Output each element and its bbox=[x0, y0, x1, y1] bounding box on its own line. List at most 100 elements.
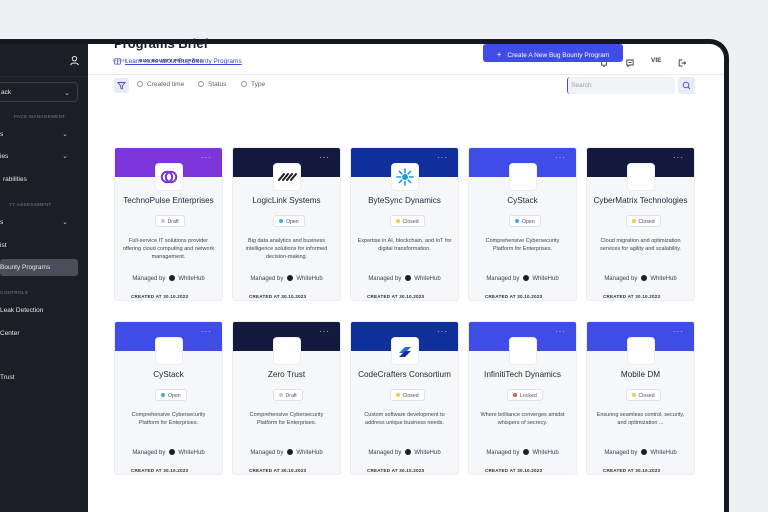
card-title: TechnoPulse Enterprises bbox=[123, 196, 214, 205]
managed-by: Managed by WhiteHub bbox=[368, 275, 441, 282]
status-dot bbox=[279, 219, 283, 223]
more-options-icon[interactable]: ··· bbox=[201, 327, 212, 336]
sidebar: ack ⌄ PACE MANAGEMENT s ⌄ ies ⌄ rabilities… bbox=[0, 44, 88, 512]
whitehub-icon bbox=[169, 449, 176, 455]
program-card[interactable]: ··· CyStack Open Comprehensive Cybersecurit… bbox=[114, 321, 223, 475]
status-dot bbox=[160, 219, 165, 223]
managed-by: Managed by WhiteHub bbox=[486, 275, 559, 282]
managed-by: Managed by WhiteHub bbox=[250, 275, 323, 282]
status-badge: Closed bbox=[625, 389, 661, 401]
sidebar-item-trust[interactable]: Trust bbox=[0, 369, 80, 386]
type-icon bbox=[241, 81, 247, 87]
status-dot bbox=[631, 393, 636, 397]
search-input[interactable]: Search bbox=[567, 77, 675, 94]
managed-by: Managed by WhiteHub bbox=[132, 449, 205, 456]
created-date: CREATED AT 30.10.2023 bbox=[485, 294, 543, 299]
managed-by: Managed by WhiteHub bbox=[486, 449, 559, 456]
program-card[interactable]: ··· Mobile DM Closed Ensuring seamless cont… bbox=[586, 321, 695, 475]
created-date: CREATED AT 30.10.2023 bbox=[249, 468, 307, 473]
card-title: CyStack bbox=[153, 370, 184, 379]
created-date: CREATED AT 30.10.2023 bbox=[603, 294, 661, 299]
filter-button[interactable] bbox=[114, 78, 129, 93]
program-card[interactable]: ··· ByteSync Dynamics Closed Expertise in A… bbox=[350, 147, 459, 301]
program-card[interactable]: ··· CyberMatrix Technologies Closed Cloud m… bbox=[586, 147, 695, 301]
chat-icon[interactable] bbox=[625, 55, 635, 68]
status-badge: Draft bbox=[272, 389, 303, 401]
sidebar-section-label: TY ASSESSMENT bbox=[9, 202, 52, 207]
card-description: Comprehensive Cybersecurity Platform for… bbox=[485, 238, 560, 252]
card-description: Ensuring seamless control, security, and… bbox=[596, 412, 685, 426]
company-logo bbox=[156, 164, 182, 190]
program-card[interactable]: ··· Zero Trust Draft Comprehensive Cybersec… bbox=[232, 321, 341, 475]
user-icon[interactable] bbox=[69, 55, 80, 66]
company-logo bbox=[274, 338, 300, 364]
status-dot bbox=[161, 393, 165, 397]
whitehub-icon bbox=[405, 275, 412, 281]
learn-more-link[interactable]: Learn more about Bug Bounty Programs bbox=[114, 58, 242, 65]
status-badge: Closed bbox=[389, 215, 425, 227]
chevron-down-icon: ⌄ bbox=[64, 90, 70, 97]
card-description: Comprehensive Cybersecurity Platform for… bbox=[249, 412, 324, 426]
company-logo bbox=[510, 338, 536, 364]
whitehub-icon bbox=[169, 275, 176, 281]
program-card[interactable]: ··· InfinitiTech Dynamics Locked Where bril… bbox=[468, 321, 577, 475]
managed-by: Managed by WhiteHub bbox=[604, 275, 677, 282]
search-icon bbox=[682, 81, 691, 90]
filter-created-time[interactable]: Created time bbox=[137, 81, 184, 88]
sidebar-item-center[interactable]: Center bbox=[0, 325, 80, 342]
status-badge: Open bbox=[155, 389, 187, 401]
company-logo bbox=[392, 338, 418, 364]
more-options-icon[interactable]: ··· bbox=[555, 153, 566, 162]
sidebar-item-leak-detection[interactable]: Leak Detection bbox=[0, 302, 80, 319]
more-options-icon[interactable]: ··· bbox=[319, 327, 330, 336]
card-title: InfinitiTech Dynamics bbox=[484, 370, 561, 379]
card-title: CodeCrafters Consortium bbox=[358, 370, 451, 379]
search-button[interactable] bbox=[678, 77, 695, 94]
status-badge: Closed bbox=[389, 389, 425, 401]
status-dot bbox=[395, 393, 400, 397]
book-icon bbox=[114, 58, 121, 65]
sidebar-item[interactable]: ies ⌄ bbox=[0, 148, 80, 165]
whitehub-icon bbox=[523, 449, 530, 455]
program-card[interactable]: ··· CyStack Open Comprehensive Cybersecurit… bbox=[468, 147, 577, 301]
logout-icon[interactable] bbox=[677, 55, 687, 67]
workspace-select-value: ack bbox=[1, 89, 12, 96]
more-options-icon[interactable]: ··· bbox=[437, 327, 448, 336]
created-date: CREATED AT 30.10.2023 bbox=[249, 294, 307, 299]
more-options-icon[interactable]: ··· bbox=[319, 153, 330, 162]
program-card[interactable]: ··· TechnoPulse Enterprises Draft Full-serv… bbox=[114, 147, 223, 301]
card-title: CyberMatrix Technologies bbox=[593, 196, 688, 205]
program-card[interactable]: ··· CodeCrafters Consortium Closed Custom s… bbox=[350, 321, 459, 475]
status-badge: Open bbox=[273, 215, 305, 227]
more-options-icon[interactable]: ··· bbox=[201, 153, 212, 162]
created-date: CREATED AT 30.10.2023 bbox=[367, 468, 425, 473]
status-badge: Draft bbox=[154, 215, 185, 227]
create-program-button[interactable]: + Create A New Bug Bounty Program bbox=[483, 44, 623, 62]
sidebar-item[interactable]: ist bbox=[0, 237, 80, 254]
more-options-icon[interactable]: ··· bbox=[673, 153, 684, 162]
whitehub-icon bbox=[641, 449, 648, 455]
status-badge: Open bbox=[509, 215, 541, 227]
card-title: CyStack bbox=[507, 196, 538, 205]
card-description: Comprehensive Cybersecurity Platform for… bbox=[131, 412, 206, 426]
card-title: Zero Trust bbox=[267, 370, 306, 379]
sidebar-item[interactable]: s ⌄ bbox=[0, 214, 80, 231]
company-logo bbox=[274, 164, 300, 190]
status-badge: Locked bbox=[507, 389, 543, 401]
card-description: Cloud migration and optimization service… bbox=[600, 238, 681, 252]
filter-status[interactable]: Status bbox=[198, 81, 226, 88]
more-options-icon[interactable]: ··· bbox=[673, 327, 684, 336]
filter-type[interactable]: Type bbox=[241, 81, 265, 88]
program-card[interactable]: ··· LogicLink Systems Open Big data analyti… bbox=[232, 147, 341, 301]
workspace-select[interactable]: ack ⌄ bbox=[0, 82, 78, 102]
company-logo bbox=[628, 164, 654, 190]
sidebar-item-vulnerabilities[interactable]: rabilities bbox=[3, 171, 83, 188]
sidebar-item[interactable]: s ⌄ bbox=[0, 126, 80, 143]
status-dot bbox=[515, 219, 519, 223]
created-date: CREATED AT 30.10.2023 bbox=[131, 294, 189, 299]
more-options-icon[interactable]: ··· bbox=[437, 153, 448, 162]
language-switch[interactable]: VIE bbox=[651, 57, 661, 64]
sidebar-item-bug-bounty-programs[interactable]: Bounty Programs bbox=[0, 259, 78, 276]
more-options-icon[interactable]: ··· bbox=[555, 327, 566, 336]
clock-icon bbox=[137, 81, 143, 87]
